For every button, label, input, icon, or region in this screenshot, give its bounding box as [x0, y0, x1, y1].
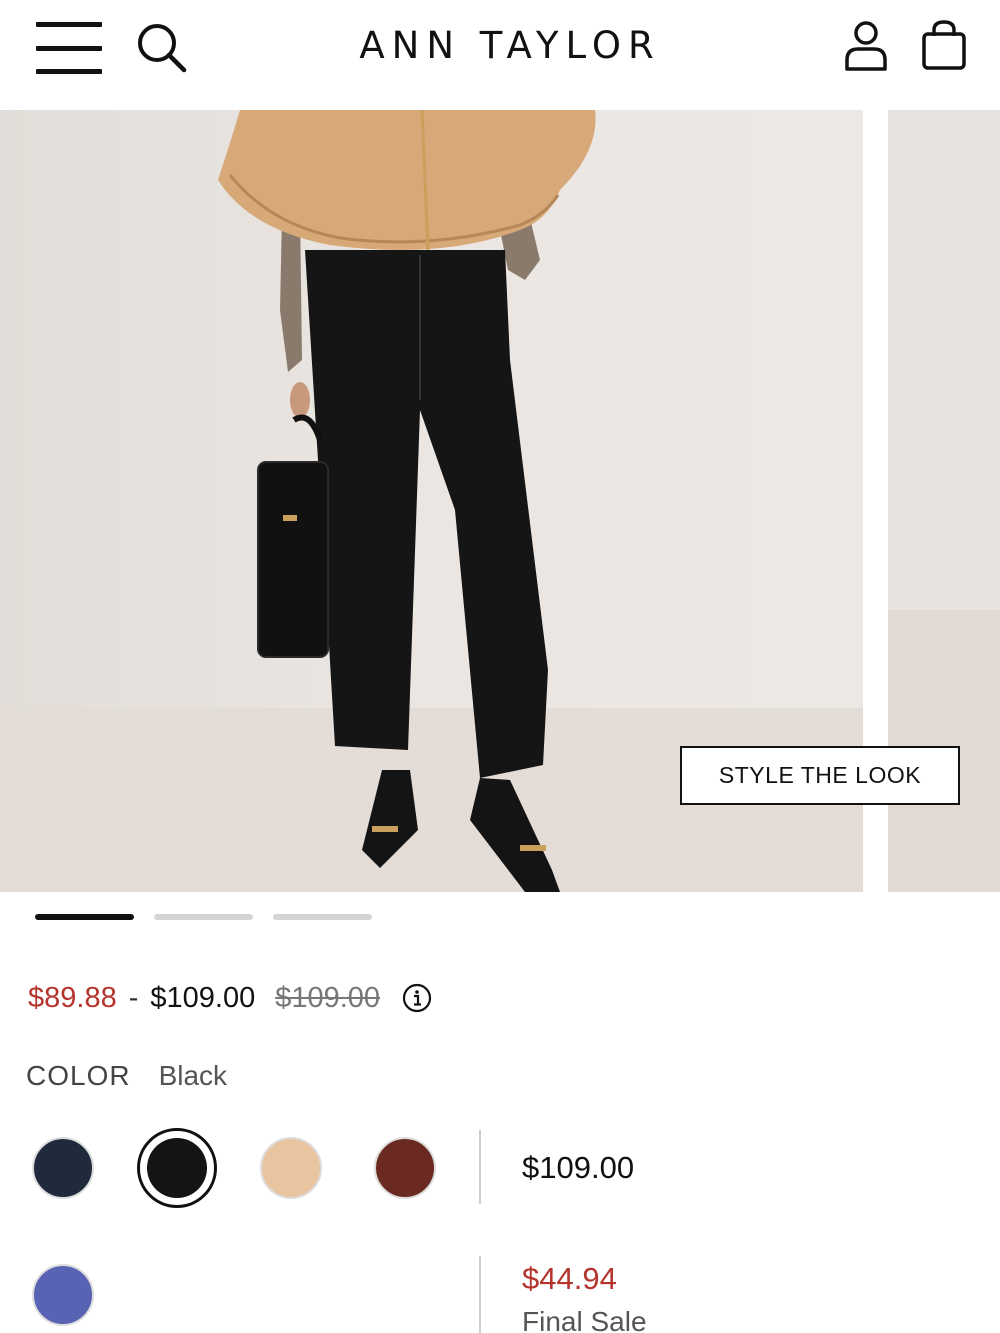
account-icon[interactable]: [838, 18, 894, 74]
carousel-page-indicator[interactable]: [35, 914, 134, 920]
color-swatch-blue[interactable]: [32, 1264, 94, 1326]
carousel-pagination: [35, 914, 372, 922]
color-swatch-navy[interactable]: [32, 1137, 94, 1199]
color-swatch-tan[interactable]: [260, 1137, 322, 1199]
info-icon[interactable]: [402, 983, 432, 1013]
divider: [479, 1130, 481, 1204]
sale-price-low: $89.88: [28, 981, 117, 1014]
carousel-page-indicator[interactable]: [273, 914, 372, 920]
color-selection-header: COLOR Black: [26, 1060, 227, 1092]
swatch-group-price: $109.00: [522, 1150, 635, 1185]
color-swatch-brown[interactable]: [374, 1137, 436, 1199]
menu-icon[interactable]: [36, 20, 102, 76]
selected-swatch-fill: [147, 1138, 207, 1198]
header: ANN TAYLOR: [0, 0, 1000, 110]
color-swatch-black[interactable]: [137, 1128, 217, 1208]
selected-color-name: Black: [158, 1060, 228, 1091]
brand-logo[interactable]: ANN TAYLOR: [300, 24, 720, 67]
price-range: $89.88 - $109.00 $109.00: [28, 976, 432, 1020]
style-the-look-button[interactable]: STYLE THE LOOK: [680, 746, 960, 805]
price-separator: -: [128, 981, 139, 1014]
shopping-bag-icon[interactable]: [914, 16, 974, 76]
original-price: $109.00: [275, 981, 381, 1014]
product-image-carousel[interactable]: STYLE THE LOOK: [0, 110, 1000, 892]
carousel-page-indicator[interactable]: [154, 914, 253, 920]
search-icon[interactable]: [134, 20, 190, 76]
swatch-group-sale-price: $44.94: [522, 1261, 617, 1296]
final-sale-label: Final Sale: [522, 1306, 647, 1333]
price-high: $109.00: [150, 981, 256, 1014]
color-label: COLOR: [26, 1060, 131, 1091]
divider: [479, 1256, 481, 1333]
